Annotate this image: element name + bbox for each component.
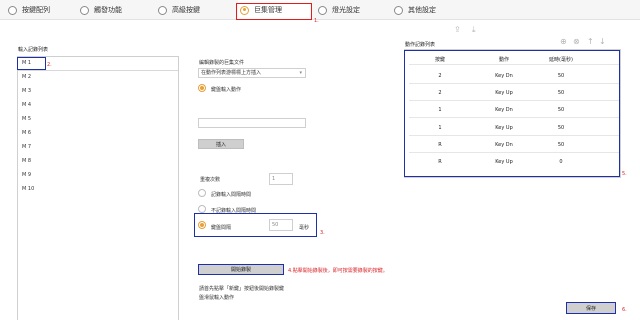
list-item[interactable]: M 5 — [22, 116, 31, 122]
repeat-count-label: 重複次數 — [200, 177, 221, 183]
tab-label: 觸發功能 — [94, 6, 122, 14]
radio-icon — [8, 5, 17, 15]
record-interval-radio[interactable] — [198, 189, 206, 197]
insert-position-select[interactable]: 在動作列表游標標上方插入 ▾ — [198, 68, 306, 78]
m1-highlight-box — [17, 57, 46, 70]
radio-icon — [158, 5, 167, 15]
tab-label: 燈光設定 — [332, 6, 360, 14]
start-record-button[interactable]: 開始錄製 — [198, 264, 284, 275]
list-item[interactable]: M 7 — [22, 144, 31, 150]
input-record-list: M 1 M 2 M 3 M 4 M 5 M 6 M 7 M 8 M 9 M 10 — [17, 56, 179, 320]
repeat-count-input[interactable]: 1 — [269, 173, 293, 185]
list-item[interactable]: M 3 — [22, 88, 31, 94]
key-input-field[interactable] — [198, 118, 306, 128]
annotation-1: 1. — [314, 18, 319, 24]
save-button[interactable]: 保存 — [566, 302, 616, 314]
radio-icon — [80, 5, 89, 15]
list-item[interactable]: M 9 — [22, 172, 31, 178]
upload-icon[interactable]: ⇪ — [454, 25, 461, 34]
select-value: 在動作列表游標標上方插入 — [201, 70, 262, 76]
annotation-6: 6. — [622, 307, 627, 313]
tab-label: 按鍵配列 — [22, 6, 50, 14]
action-record-list-title: 動作記錄列表 — [405, 42, 436, 48]
record-interval-label: 記錄輸入間隔時間 — [211, 192, 252, 198]
tab-key-layout[interactable]: 按鍵配列 — [8, 0, 50, 20]
key-input-label: 鍵盤輸入動作 — [211, 87, 242, 93]
download-icon[interactable]: ⤓ — [472, 25, 476, 35]
annotation-2: 2. — [47, 62, 52, 68]
key-input-radio[interactable] — [198, 84, 206, 92]
tab-other-settings[interactable]: 其他設定 — [394, 0, 436, 20]
chevron-down-icon: ▾ — [299, 70, 302, 76]
radio-icon — [318, 5, 327, 15]
list-item[interactable]: M 4 — [22, 102, 31, 108]
tab-trigger[interactable]: 觸發功能 — [80, 0, 122, 20]
tab-advanced-keys[interactable]: 高級按鍵 — [158, 0, 200, 20]
tab-label: 高級按鍵 — [172, 6, 200, 14]
tab-label: 其他設定 — [408, 6, 436, 14]
annotation-3: 3. — [320, 230, 325, 236]
interval-highlight-box — [194, 213, 317, 237]
hint-text-line2: 盤滑鼠輸入動作 — [199, 295, 235, 301]
tab-highlight-box — [236, 3, 312, 20]
edit-macro-title: 編輯錄製的巨集文件 — [199, 60, 245, 66]
list-item[interactable]: M 10 — [22, 186, 34, 192]
list-item[interactable]: M 8 — [22, 158, 31, 164]
radio-icon — [394, 5, 403, 15]
hint-text-line1: 請首先點擊「新鍵」按鈕後開始錄製鍵 — [199, 286, 285, 292]
action-list-highlight-box — [404, 50, 620, 177]
delete-icon[interactable]: ⊗ — [573, 37, 580, 46]
no-record-interval-radio[interactable] — [198, 205, 206, 213]
insert-button[interactable]: 插入 — [198, 139, 244, 149]
annotation-5: 5. — [622, 171, 627, 177]
list-item[interactable]: M 2 — [22, 74, 31, 80]
move-up-icon[interactable]: ↑ — [587, 37, 594, 46]
annotation-4: 4.點擊開始錄製後，即可按需要錄製的按鍵。 — [288, 268, 388, 274]
add-icon[interactable]: ⊕ — [560, 37, 567, 46]
move-down-icon[interactable]: ↓ — [599, 37, 606, 46]
tab-lighting[interactable]: 燈光設定 — [318, 0, 360, 20]
list-item[interactable]: M 6 — [22, 130, 31, 136]
tab-bar: 按鍵配列 觸發功能 高級按鍵 巨集管理 燈光設定 其他設定 — [0, 0, 640, 20]
input-record-list-title: 輸入記錄列表 — [18, 47, 49, 53]
